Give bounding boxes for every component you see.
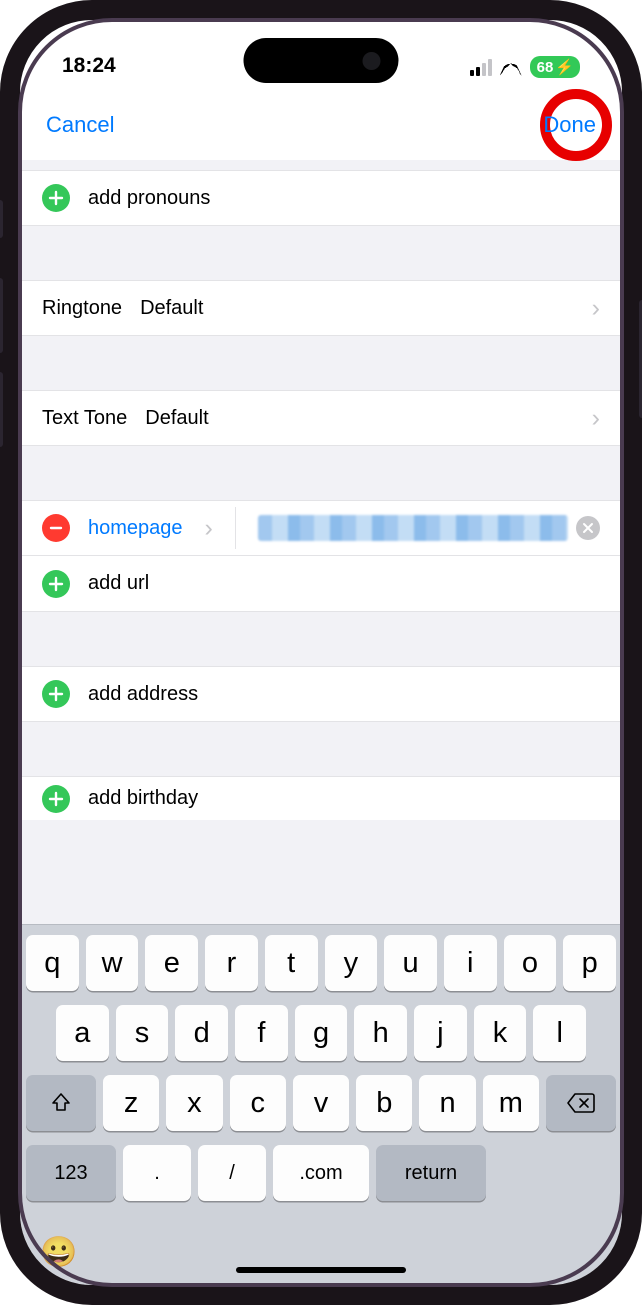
key-c[interactable]: c <box>230 1075 286 1131</box>
nav-bar: Cancel Done <box>20 90 622 160</box>
row-label: add pronouns <box>88 187 210 210</box>
chevron-right-icon: › <box>205 516 213 541</box>
return-key[interactable]: return <box>376 1145 486 1201</box>
key-e[interactable]: e <box>145 935 198 991</box>
key-w[interactable]: w <box>86 935 139 991</box>
row-label: Ringtone <box>42 297 122 320</box>
key-d[interactable]: d <box>175 1005 228 1061</box>
key-b[interactable]: b <box>356 1075 412 1131</box>
key-q[interactable]: q <box>26 935 79 991</box>
key-x[interactable]: x <box>166 1075 222 1131</box>
key-s[interactable]: s <box>116 1005 169 1061</box>
key-v[interactable]: v <box>293 1075 349 1131</box>
add-pronouns-row[interactable]: add pronouns <box>20 170 622 226</box>
dotcom-key[interactable]: .com <box>273 1145 369 1201</box>
numbers-key[interactable]: 123 <box>26 1145 116 1201</box>
row-label: Text Tone <box>42 407 127 430</box>
key-r[interactable]: r <box>205 935 258 991</box>
row-value: Default <box>140 297 203 320</box>
remove-icon[interactable] <box>42 514 70 542</box>
add-url-row[interactable]: add url <box>20 556 622 612</box>
key-g[interactable]: g <box>295 1005 348 1061</box>
status-time: 18:24 <box>62 54 116 78</box>
key-k[interactable]: k <box>474 1005 527 1061</box>
row-label: add url <box>88 572 149 595</box>
row-label: add birthday <box>88 787 198 810</box>
keyboard: qwertyuiop asdfghjkl zxcvbnm 123 . / .co… <box>20 924 622 1285</box>
key-z[interactable]: z <box>103 1075 159 1131</box>
add-birthday-row[interactable]: add birthday <box>20 776 622 820</box>
key-h[interactable]: h <box>354 1005 407 1061</box>
slash-key[interactable]: / <box>198 1145 266 1201</box>
clear-text-button[interactable] <box>576 516 600 540</box>
add-address-row[interactable]: add address <box>20 666 622 722</box>
key-f[interactable]: f <box>235 1005 288 1061</box>
url-type-selector[interactable]: homepage <box>88 517 183 540</box>
key-j[interactable]: j <box>414 1005 467 1061</box>
homepage-url-row[interactable]: homepage › <box>20 500 622 556</box>
key-l[interactable]: l <box>533 1005 586 1061</box>
url-input[interactable] <box>258 515 568 541</box>
key-i[interactable]: i <box>444 935 497 991</box>
divider <box>235 507 236 549</box>
home-indicator[interactable] <box>236 1267 406 1273</box>
key-y[interactable]: y <box>325 935 378 991</box>
text-tone-row[interactable]: Text Tone Default › <box>20 390 622 446</box>
cellular-icon <box>470 59 492 76</box>
backspace-key[interactable] <box>546 1075 616 1131</box>
period-key[interactable]: . <box>123 1145 191 1201</box>
add-icon <box>42 785 70 813</box>
key-m[interactable]: m <box>483 1075 539 1131</box>
wifi-icon <box>500 59 522 75</box>
chevron-right-icon: › <box>592 296 600 321</box>
key-t[interactable]: t <box>265 935 318 991</box>
battery-indicator: 68⚡ <box>530 56 580 78</box>
key-u[interactable]: u <box>384 935 437 991</box>
key-o[interactable]: o <box>504 935 557 991</box>
status-indicators: 68⚡ <box>470 56 580 78</box>
key-p[interactable]: p <box>563 935 616 991</box>
key-n[interactable]: n <box>419 1075 475 1131</box>
done-button[interactable]: Done <box>543 112 596 138</box>
row-value: Default <box>145 407 208 430</box>
ringtone-row[interactable]: Ringtone Default › <box>20 280 622 336</box>
emoji-key[interactable]: 😀 <box>40 1235 77 1270</box>
add-icon <box>42 184 70 212</box>
shift-key[interactable] <box>26 1075 96 1131</box>
add-icon <box>42 570 70 598</box>
add-icon <box>42 680 70 708</box>
key-a[interactable]: a <box>56 1005 109 1061</box>
row-label: add address <box>88 683 198 706</box>
cancel-button[interactable]: Cancel <box>46 112 114 138</box>
chevron-right-icon: › <box>592 406 600 431</box>
